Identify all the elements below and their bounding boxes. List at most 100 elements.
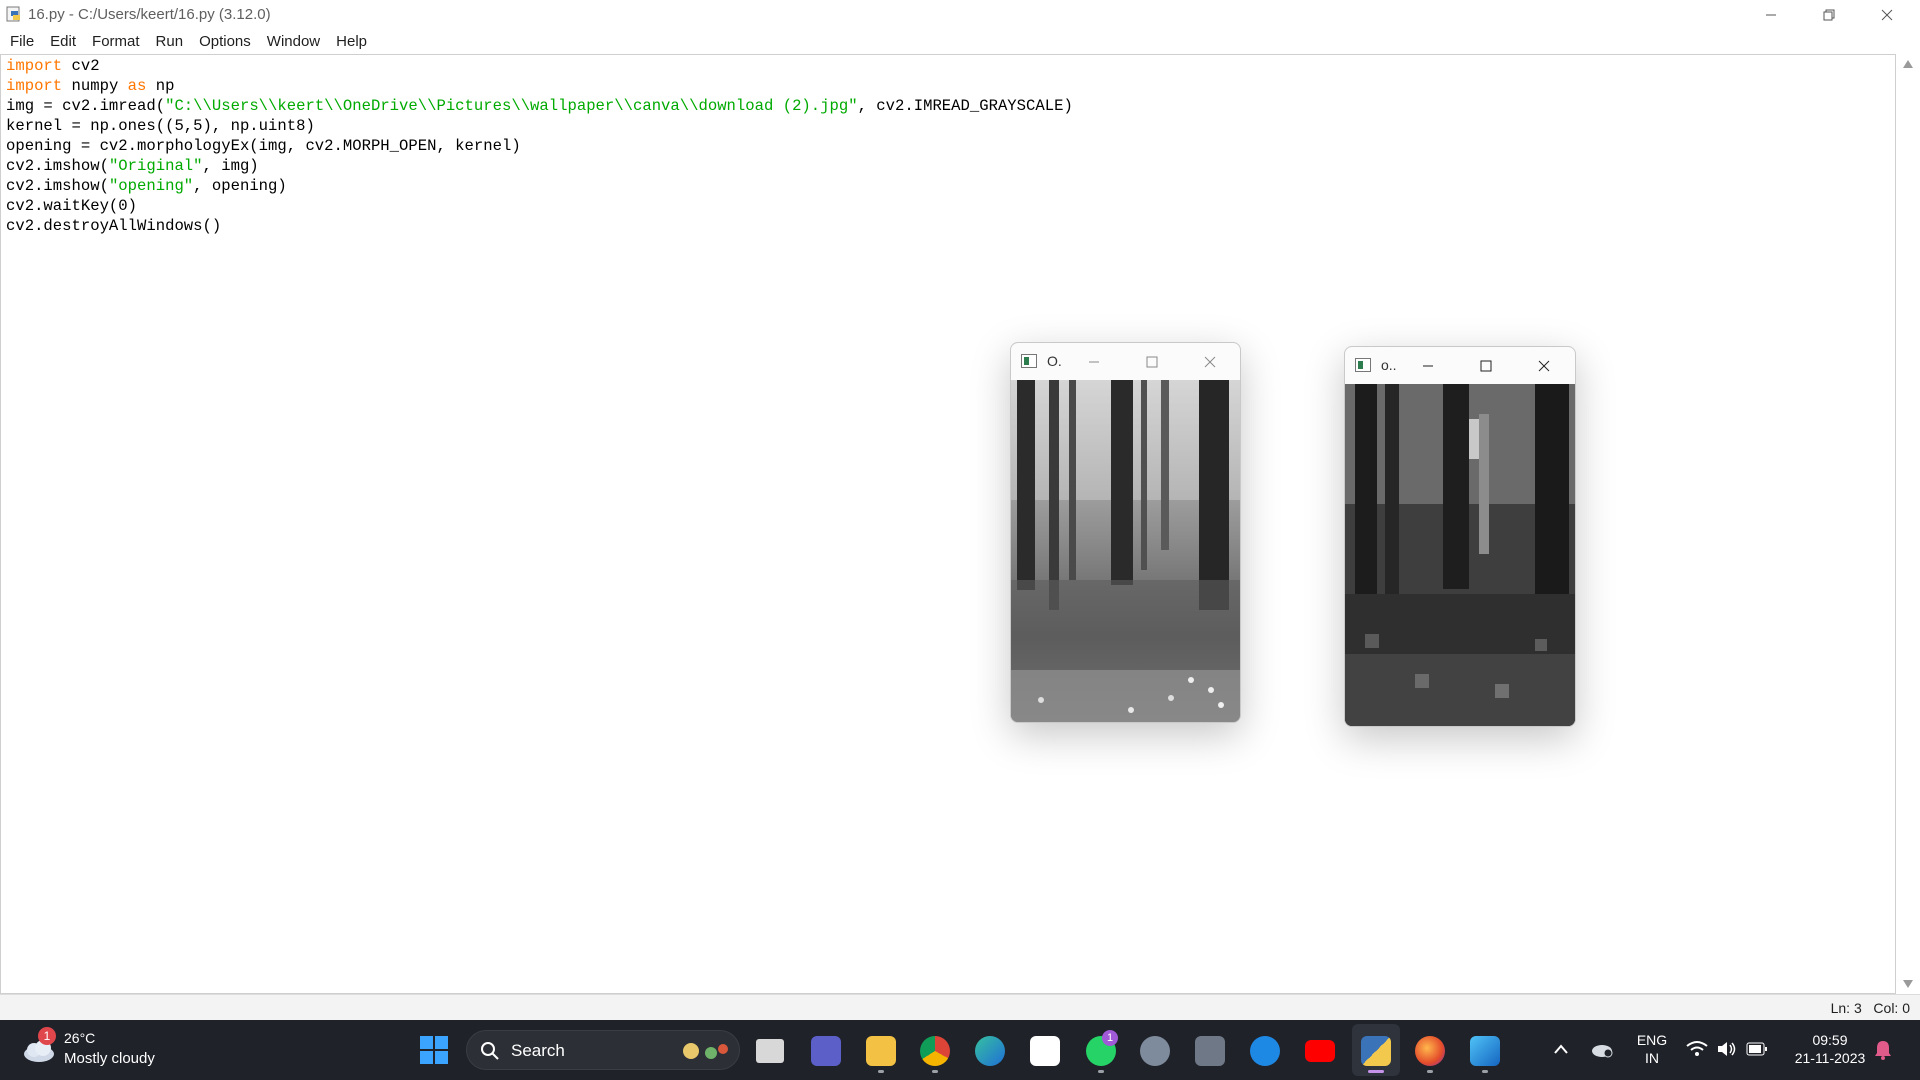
string-token: "C:\\Users\\keert\\OneDrive\\Pictures\\w… [165,97,858,115]
maximize-icon [1146,356,1158,368]
running-indicator [1427,1070,1433,1073]
code-line[interactable]: opening = cv2.morphologyEx(img, cv2.MORP… [6,136,1073,156]
close-button[interactable] [1858,0,1916,29]
minimize-icon [1089,361,1099,363]
code-line[interactable]: kernel = np.ones((5,5), np.uint8) [6,116,1073,136]
app-icon [1355,358,1371,372]
weather-badge: 1 [38,1027,56,1045]
volume-icon[interactable] [1716,1040,1738,1058]
close-icon [1881,9,1893,20]
code-line[interactable]: import numpy as np [6,76,1073,96]
notification-bell-icon[interactable] [1874,1040,1892,1060]
opening-image [1345,384,1575,726]
clock[interactable]: 09:59 21-11-2023 [1782,1031,1878,1067]
code-token: cv2.destroyAllWindows() [6,217,222,235]
clock-date: 21-11-2023 [1794,1050,1866,1066]
original-window-title: O. [1047,353,1062,369]
code-line[interactable]: import cv2 [6,56,1073,76]
original-minimize-button[interactable] [1083,351,1105,373]
opening-window[interactable]: o.. [1344,346,1576,727]
menu-help[interactable]: Help [328,29,375,54]
settings-icon[interactable] [1140,1036,1170,1066]
status-bar: Ln: 3 Col: 0 [0,994,1920,1021]
running-indicator [1098,1070,1104,1073]
menu-run[interactable]: Run [148,29,192,54]
original-window-titlebar[interactable]: O. [1011,343,1240,380]
window-title: 16.py - C:/Users/keert/16.py (3.12.0) [28,6,271,23]
battery-icon[interactable] [1746,1042,1768,1056]
taskbar-search[interactable]: Search [466,1030,740,1070]
close-icon [1538,360,1550,372]
opening-window-title: o.. [1381,357,1397,373]
code-token: img = cv2.imread( [6,97,166,115]
original-close-button[interactable] [1199,351,1221,373]
running-indicator [1482,1070,1488,1073]
original-maximize-button[interactable] [1141,351,1163,373]
code-line[interactable]: cv2.imshow("opening", opening) [6,176,1073,196]
task-view-icon[interactable] [756,1039,784,1063]
file-explorer-icon[interactable] [866,1036,896,1066]
keyword-token: as [127,77,147,95]
menu-edit[interactable]: Edit [42,29,84,54]
active-indicator [1368,1070,1384,1073]
string-token: "opening" [108,177,194,195]
line-number: Ln: 3 [1830,1000,1862,1016]
maximize-icon [1480,360,1492,372]
menu-file[interactable]: File [2,29,42,54]
photos-icon[interactable] [1470,1036,1500,1066]
menu-format[interactable]: Format [84,29,148,54]
opening-close-button[interactable] [1533,355,1555,377]
windows-start-icon[interactable] [420,1036,448,1064]
scroll-up-icon[interactable] [1903,60,1913,68]
running-indicator [878,1070,884,1073]
close-icon [1204,356,1216,368]
wifi-icon[interactable] [1686,1040,1708,1058]
code-line[interactable]: img = cv2.imread("C:\\Users\\keert\\OneD… [6,96,1073,116]
firefox-icon[interactable] [1415,1036,1445,1066]
search-icon [481,1042,499,1060]
code-token: kernel = np.ones((5,5), np.uint8) [6,117,315,135]
opening-window-titlebar[interactable]: o.. [1345,347,1575,384]
chrome-icon[interactable] [920,1036,950,1066]
scroll-down-icon[interactable] [1903,980,1913,988]
running-indicator [932,1070,938,1073]
minimize-button[interactable] [1742,0,1800,29]
code-line[interactable]: cv2.waitKey(0) [6,196,1073,216]
region-code: IN [1645,1050,1659,1066]
opening-maximize-button[interactable] [1475,355,1497,377]
vertical-scrollbar[interactable] [1896,54,1920,994]
app-icon [1021,354,1037,368]
code-line[interactable]: cv2.destroyAllWindows() [6,216,1073,236]
code-token: cv2.imshow( [6,177,109,195]
microsoft-store-icon[interactable] [1030,1036,1060,1066]
code-token: , cv2.IMREAD_GRAYSCALE) [857,97,1073,115]
youtube-icon[interactable] [1305,1040,1335,1062]
search-label: Search [511,1041,565,1060]
help-icon[interactable] [1250,1036,1280,1066]
restore-icon [1823,9,1835,20]
weather-temperature[interactable]: 26°C [64,1030,95,1046]
idle-python-icon[interactable] [1361,1036,1391,1066]
opening-minimize-button[interactable] [1417,355,1439,377]
original-window[interactable]: O. [1010,342,1241,723]
idle-python-icon [6,6,20,22]
code-token: opening = cv2.morphologyEx(img, cv2.MORP… [6,137,521,155]
code-text[interactable]: import cv2 import numpy as np img = cv2.im… [6,56,1073,236]
code-token: , opening) [193,177,287,195]
keyword-token: import [6,57,63,75]
menu-options[interactable]: Options [191,29,259,54]
teams-icon[interactable] [811,1036,841,1066]
show-hidden-icons-chevron-up-icon[interactable] [1554,1044,1568,1054]
edge-icon[interactable] [975,1036,1005,1066]
code-token: , img) [202,157,259,175]
code-line[interactable]: cv2.imshow("Original", img) [6,156,1073,176]
restore-button[interactable] [1800,0,1858,29]
minimize-icon [1766,14,1776,15]
camera-icon[interactable] [1195,1036,1225,1066]
onedrive-icon[interactable] [1590,1040,1614,1058]
code-token: cv2.imshow( [6,157,109,175]
string-token: "Original" [108,157,203,175]
title-bar: 16.py - C:/Users/keert/16.py (3.12.0) [0,0,1920,29]
menu-window[interactable]: Window [259,29,328,54]
weather-description[interactable]: Mostly cloudy [64,1050,155,1067]
